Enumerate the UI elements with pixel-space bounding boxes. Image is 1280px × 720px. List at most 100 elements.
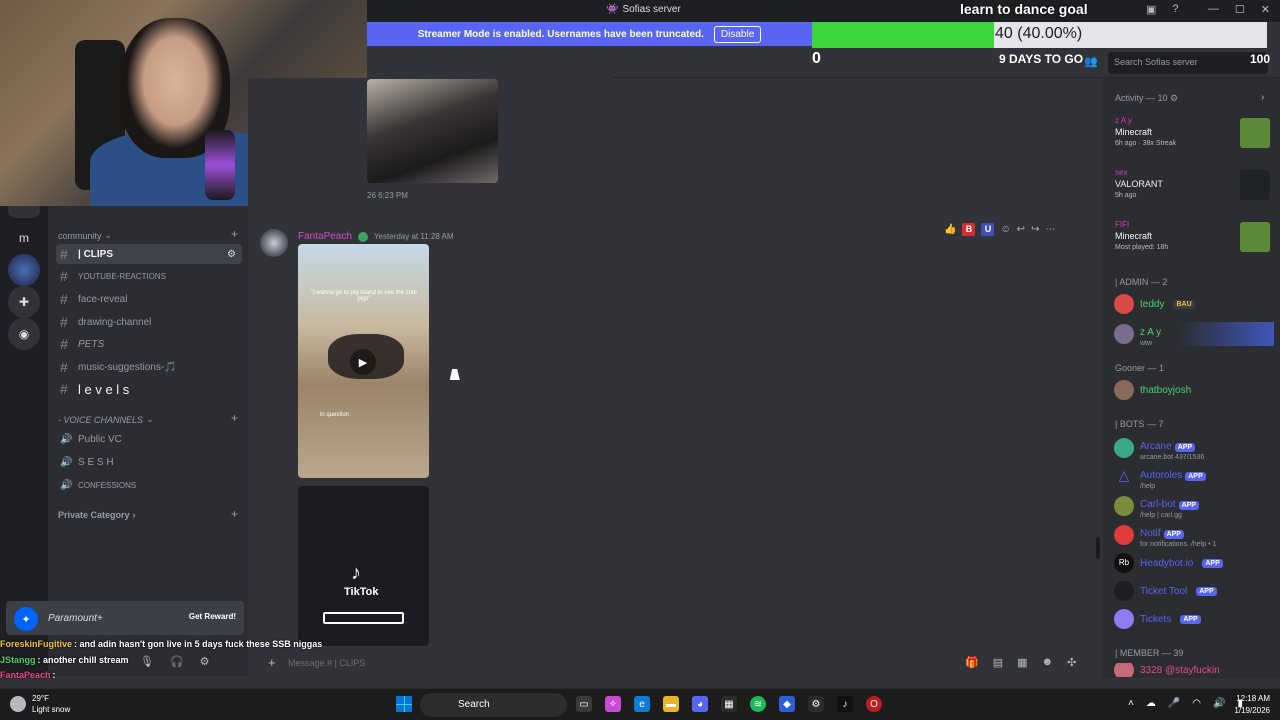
add-voice-channel-icon[interactable]: + [231, 411, 238, 425]
add-reaction-icon[interactable]: ☺ [1000, 224, 1010, 235]
activity-card[interactable]: sex VALORANT 5h ago [1110, 166, 1272, 210]
video-attachment-tiktok[interactable]: ♪ TikTok [298, 486, 429, 646]
voice-channel-confessions[interactable]: 🔊 CONFESSIONS [56, 475, 242, 495]
member-item[interactable]: Ticket Tool APP [1114, 579, 1274, 603]
channel-face-reveal[interactable]: # face-reveal [56, 289, 242, 309]
task-view-icon[interactable]: ▭ [576, 696, 592, 712]
member-item[interactable]: 3328 @stayfuckin [1114, 663, 1274, 677]
channel-levels[interactable]: # l e v e l s [56, 379, 242, 399]
copilot-icon[interactable]: ✧ [605, 696, 621, 712]
category-voice[interactable]: - VOICE CHANNELS ⌄ [58, 414, 154, 425]
member-item[interactable]: thatboyjosh [1114, 378, 1274, 402]
avatar [1114, 609, 1134, 629]
more-options-icon[interactable]: ⋯ [1045, 224, 1055, 235]
member-item[interactable]: Arcane APP arcane.bot 437/1536 [1114, 436, 1274, 461]
server-icon-m[interactable]: m [8, 222, 40, 254]
member-item[interactable]: Rb Headybot.io APP [1114, 551, 1274, 575]
add-private-channel-icon[interactable]: + [231, 507, 238, 521]
server-icon-sofias[interactable] [8, 254, 40, 286]
disable-streamer-mode-button[interactable]: Disable [713, 25, 762, 43]
start-button[interactable] [396, 696, 412, 712]
channel-clips[interactable]: # | CLIPS ⚙ [56, 244, 242, 264]
member-item[interactable]: teddy BAU [1114, 292, 1274, 316]
hash-icon: # [60, 246, 68, 262]
headphones-icon[interactable]: 🎧 [170, 655, 184, 668]
channel-settings-icon[interactable]: ⚙ [227, 249, 236, 260]
video-attachment-pigs[interactable]: "i wanna go to pig island to see the cut… [298, 244, 429, 478]
close-button[interactable]: ✕ [1261, 3, 1270, 16]
chat-scrollbar[interactable] [1096, 537, 1100, 559]
member-item[interactable]: Carl-bot APP/help | carl.gg [1114, 494, 1274, 519]
channel-pets[interactable]: # PETS [56, 334, 242, 354]
add-server-icon[interactable]: ✚ [8, 286, 40, 318]
sticker-icon[interactable]: ▦ [1017, 656, 1027, 669]
avatar [1114, 438, 1134, 458]
volume-icon[interactable]: 🔊 [1213, 698, 1225, 709]
maximize-button[interactable]: ☐ [1235, 3, 1245, 16]
title-icons: ▣ ? [1146, 3, 1179, 16]
cloud-icon[interactable]: ☁ [1146, 698, 1156, 709]
chevron-down-icon: ⌄ [104, 230, 113, 240]
channel-youtube-reactions[interactable]: # YOUTUBE-REACTIONS [56, 266, 242, 286]
voice-channel-sesh[interactable]: 🔊 S E S H [56, 452, 242, 472]
activity-card[interactable]: z A y Minecraft 6h ago · 38x Streak [1110, 114, 1272, 158]
member-item[interactable]: Tickets APP [1114, 607, 1274, 631]
thumbs-up-reaction-icon[interactable]: 👍 [944, 224, 956, 235]
member-list-icon[interactable]: 👥 [1084, 55, 1098, 68]
member-item[interactable]: △ Autoroles APP/help [1114, 465, 1274, 490]
channel-drawing[interactable]: # drawing-channel [56, 312, 242, 332]
minimize-button[interactable]: — [1208, 3, 1219, 16]
gift-icon[interactable]: 🎁 [965, 656, 979, 669]
spotify-icon[interactable]: ≋ [750, 696, 766, 712]
goal-min: 0 [812, 50, 821, 67]
channel-music-suggestions[interactable]: # music-suggestions-🎵 [56, 357, 242, 377]
gear-icon[interactable]: ⚙ [1170, 93, 1178, 103]
settings-icon[interactable]: ⚙ [808, 696, 824, 712]
category-private[interactable]: Private Category › [58, 510, 136, 520]
previous-image-attachment[interactable] [367, 79, 498, 183]
category-community[interactable]: community ⌄ [58, 230, 112, 241]
mic-tray-icon[interactable]: 🎤 [1168, 698, 1180, 709]
add-channel-icon[interactable]: + [231, 227, 238, 241]
message-avatar[interactable] [260, 229, 288, 257]
get-reward-button[interactable]: Get Reward! [189, 612, 236, 621]
edge-icon[interactable]: e [634, 696, 650, 712]
member-item[interactable]: Notif APP for notifications. /help • 1 [1114, 523, 1274, 548]
apps-icon[interactable]: ✣ [1067, 656, 1076, 669]
emoji-icon[interactable]: ☻ [1042, 656, 1054, 669]
chevron-up-icon[interactable]: ˄ [1128, 698, 1134, 709]
server-icon-partial[interactable] [8, 206, 40, 218]
taskbar-search[interactable]: Search [420, 693, 567, 717]
activity-card[interactable]: FIFI Minecraft Most played: 18h [1110, 218, 1272, 262]
letter-u-reaction-icon[interactable]: U [981, 222, 995, 236]
tiktok-app-icon[interactable]: ♪ [837, 696, 853, 712]
activity-header: Activity — 10 ⚙ [1115, 93, 1179, 103]
user-settings-icon[interactable]: ⚙ [200, 655, 210, 668]
discord-server-icon: 👾 [606, 4, 619, 15]
forward-icon[interactable]: ↪ [1031, 224, 1039, 235]
stream-chat-line: FantaPeach: [0, 670, 56, 680]
clock[interactable]: 12:18 AM 1/19/2026 [1226, 693, 1270, 717]
letter-b-reaction-icon[interactable]: B [962, 222, 976, 236]
reply-icon[interactable]: ↩ [1017, 224, 1025, 235]
weather-widget[interactable]: 29°F Light snow [32, 693, 70, 715]
help-icon[interactable]: ? [1172, 3, 1178, 16]
role-badge-icon [357, 231, 368, 242]
chevron-right-icon[interactable]: › [1261, 92, 1264, 103]
play-icon[interactable]: ▶ [350, 349, 376, 375]
gif-icon[interactable]: ▤ [993, 656, 1003, 669]
store-icon[interactable]: ▦ [721, 696, 737, 712]
inbox-icon[interactable]: ▣ [1146, 3, 1156, 16]
opera-icon[interactable]: O [866, 696, 882, 712]
discover-icon[interactable]: ◉ [8, 318, 40, 350]
discord-icon[interactable]: ◕ [692, 696, 708, 712]
message-author[interactable]: FantaPeach [298, 231, 352, 242]
file-explorer-icon[interactable]: ▬ [663, 696, 679, 712]
video-caption-secondary: in question [320, 412, 350, 418]
wifi-icon[interactable]: ◠ [1192, 698, 1201, 709]
member-item[interactable]: z A y wtw [1114, 322, 1274, 347]
microphone-icon[interactable]: 🎙 [140, 655, 154, 668]
app-icon[interactable]: ◆ [779, 696, 795, 712]
search-input[interactable]: Search Sofias server [1108, 52, 1268, 74]
voice-channel-public[interactable]: 🔊 Public VC [56, 429, 242, 449]
